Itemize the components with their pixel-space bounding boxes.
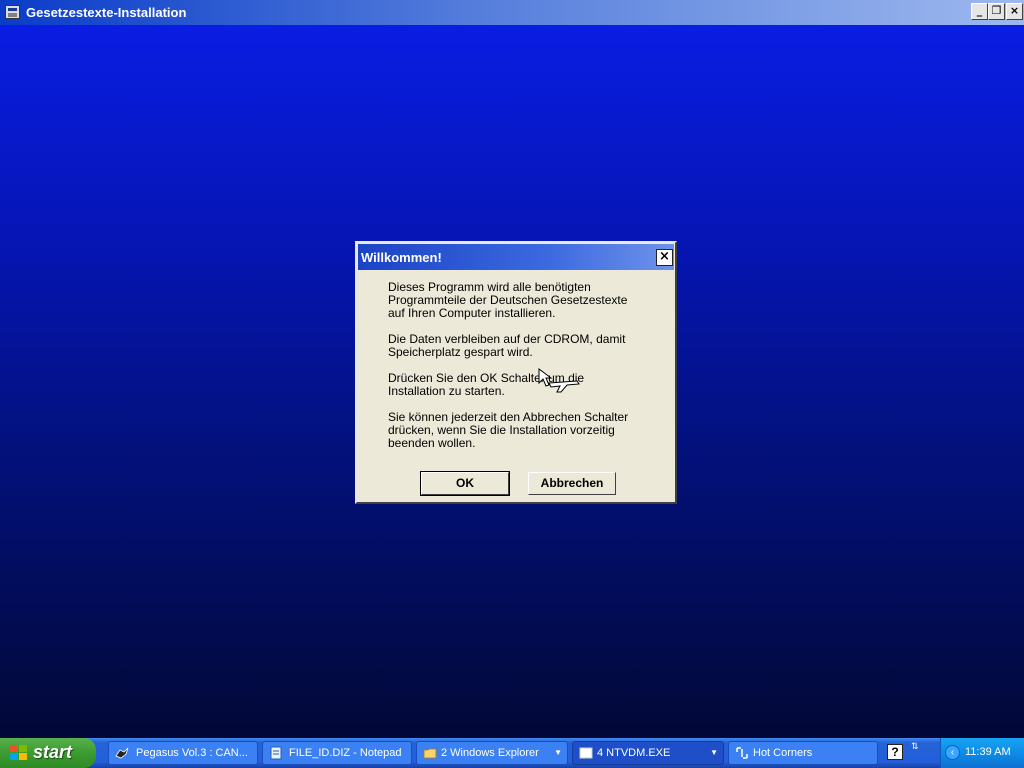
dialog-paragraph: Sie können jederzeit den Abbrechen Schal… [388, 410, 629, 450]
dialog-paragraph: Drücken Sie den OK Schalter um die Insta… [388, 371, 585, 398]
minimize-button[interactable]: _ [971, 3, 988, 20]
console-icon [579, 747, 593, 759]
group-dropdown-arrow-icon: ▼ [710, 748, 718, 757]
installer-icon [5, 5, 20, 19]
windows-logo-icon [10, 745, 28, 761]
close-button[interactable]: × [1006, 3, 1023, 20]
restore-button[interactable]: ❐ [988, 3, 1005, 20]
dialog-paragraph: Dieses Programm wird alle benötigten Pro… [388, 280, 628, 320]
welcome-dialog: Willkommen! × Dieses Programm wird alle … [355, 241, 677, 504]
taskbar-item-label: 2 Windows Explorer [441, 747, 539, 759]
dialog-close-button[interactable]: × [656, 249, 673, 266]
hot-corners-icon [736, 747, 748, 759]
taskbar-item-label: 4 NTVDM.EXE [597, 747, 671, 759]
pegasus-icon [115, 747, 129, 759]
start-button[interactable]: start [0, 738, 96, 768]
window-title-bar[interactable]: Gesetzestexte-Installation _ ❐ × [0, 0, 1024, 25]
dialog-message: Dieses Programm wird alle benötigten Pro… [388, 281, 658, 463]
dialog-title-bar[interactable]: Willkommen! × [358, 244, 674, 270]
window-title: Gesetzestexte-Installation [26, 5, 187, 20]
taskbar: start Pegasus Vol.3 : CAN... FILE_ID.DIZ… [0, 738, 1024, 768]
group-dropdown-arrow-icon: ▼ [554, 748, 562, 757]
taskbar-item-label: FILE_ID.DIZ - Notepad [289, 747, 402, 759]
show-hidden-icons-chevron-icon[interactable]: ‹ [945, 745, 960, 760]
airplane-cursor-icon [538, 368, 580, 393]
clock[interactable]: 11:39 AM [965, 746, 1011, 758]
installer-window: Gesetzestexte-Installation _ ❐ × Willkom… [0, 0, 1024, 738]
taskbar-item-ntvdm[interactable]: 4 NTVDM.EXE ▼ [572, 741, 724, 765]
taskbar-item-pegasus[interactable]: Pegasus Vol.3 : CAN... [108, 741, 258, 765]
taskbar-item-hot-corners[interactable]: Hot Corners [728, 741, 878, 765]
dialog-paragraph: Die Daten verbleiben auf der CDROM, dami… [388, 332, 626, 359]
start-label: start [33, 742, 73, 762]
cancel-button[interactable]: Abbrechen [528, 472, 616, 495]
folder-icon [423, 748, 437, 759]
taskbar-item-notepad[interactable]: FILE_ID.DIZ - Notepad [262, 741, 412, 765]
taskbar-item-windows-explorer[interactable]: 2 Windows Explorer ▼ [416, 741, 568, 765]
taskbar-item-label: Pegasus Vol.3 : CAN... [136, 747, 248, 759]
dialog-title: Willkommen! [361, 250, 442, 265]
network-tray-icon[interactable]: ⇅ [911, 742, 919, 751]
ok-button[interactable]: OK [420, 471, 510, 496]
taskbar-item-label: Hot Corners [753, 747, 813, 759]
notepad-icon [270, 746, 282, 760]
help-tray-icon[interactable]: ? [887, 744, 903, 760]
system-tray: ‹ 11:39 AM [940, 738, 1024, 768]
